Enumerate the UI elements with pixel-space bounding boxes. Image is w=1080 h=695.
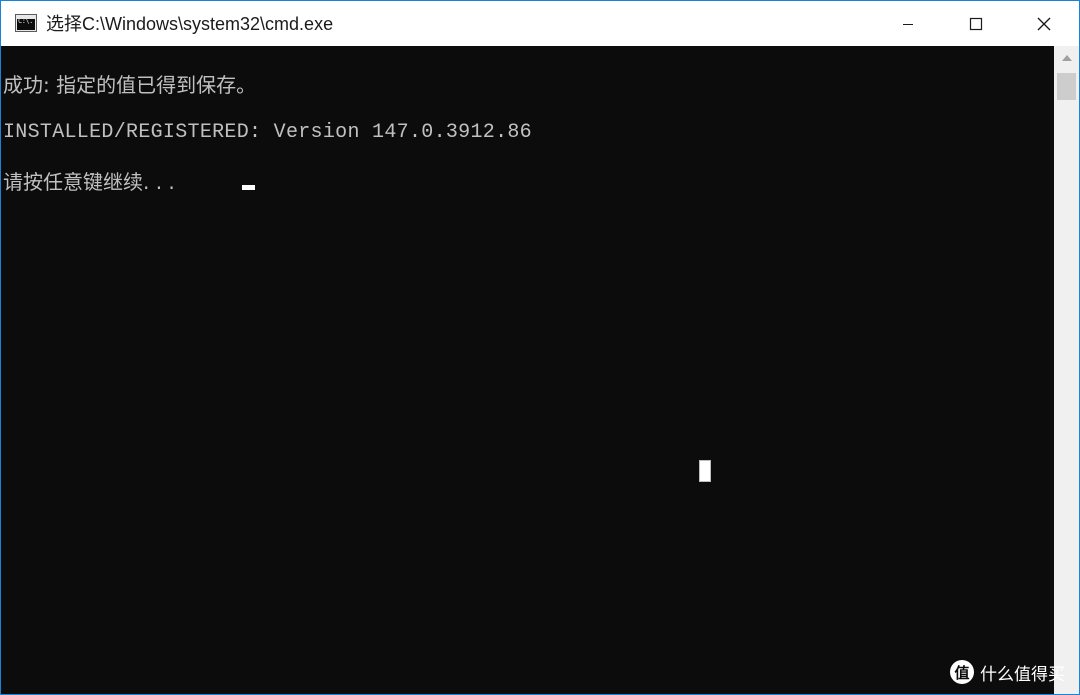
minimize-button[interactable] bbox=[874, 1, 942, 46]
watermark-text: 什么值得买 bbox=[980, 664, 1065, 685]
mouse-pointer-icon bbox=[699, 460, 711, 482]
maximize-button[interactable] bbox=[942, 1, 1010, 46]
console-line-success: 成功: 指定的值已得到保存。 bbox=[3, 73, 257, 97]
cmd-window: C:\. 选择C:\Windows\system32\cmd.exe 成功: 指… bbox=[0, 0, 1080, 695]
watermark-logo: 值 bbox=[950, 660, 974, 684]
scroll-up-icon bbox=[1061, 55, 1072, 61]
window-title: 选择C:\Windows\system32\cmd.exe bbox=[46, 14, 334, 34]
scroll-up-button[interactable] bbox=[1054, 46, 1079, 70]
scrollbar-thumb[interactable] bbox=[1057, 73, 1076, 100]
cmd-icon-prompt: C:\. bbox=[18, 17, 33, 25]
close-button[interactable] bbox=[1010, 1, 1078, 46]
console-output[interactable]: 成功: 指定的值已得到保存。 INSTALLED/REGISTERED: Ver… bbox=[1, 46, 1054, 694]
watermark: 值 什么值得买 bbox=[950, 658, 1065, 686]
minimize-icon bbox=[903, 23, 913, 25]
vertical-scrollbar[interactable] bbox=[1054, 46, 1079, 694]
console-line-prompt: 请按任意键继续. . . bbox=[3, 170, 182, 194]
text-cursor bbox=[242, 185, 255, 190]
title-bar[interactable]: C:\. 选择C:\Windows\system32\cmd.exe bbox=[1, 1, 1079, 46]
maximize-icon bbox=[969, 17, 983, 30]
cmd-icon[interactable]: C:\. bbox=[15, 14, 37, 32]
close-icon bbox=[1037, 17, 1051, 30]
console-line-version: INSTALLED/REGISTERED: Version 147.0.3912… bbox=[3, 121, 532, 144]
